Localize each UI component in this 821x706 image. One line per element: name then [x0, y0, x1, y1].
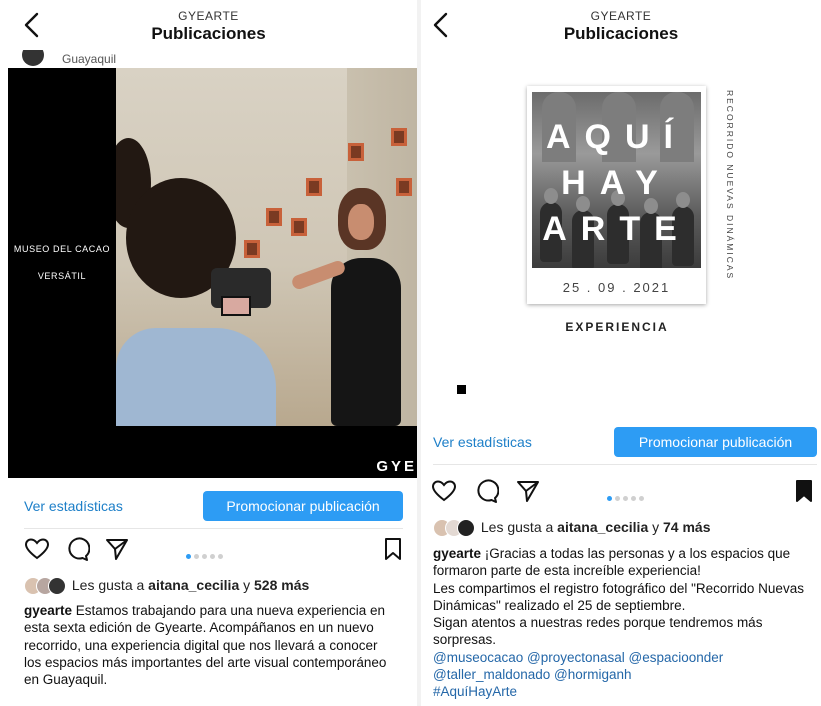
view-insights-link[interactable]: Ver estadísticas [433, 434, 532, 450]
account-name: GYEARTE [178, 9, 239, 23]
share-send-icon[interactable] [515, 478, 541, 504]
image-text-versatil: VERSÁTIL [37, 271, 87, 281]
likes-count[interactable]: 74 más [663, 519, 710, 535]
carousel-dot [631, 496, 636, 501]
heart-icon[interactable] [24, 536, 50, 562]
post-image[interactable]: AQUÍ HAY ARTE 25 . 09 . 2021 RECORRIDO N… [421, 68, 821, 398]
liker-username[interactable]: aitana_cecilia [148, 577, 239, 593]
polaroid-card: AQUÍ HAY ARTE 25 . 09 . 2021 [527, 86, 706, 304]
page-title: Publicaciones [151, 24, 266, 43]
liker-avatars [24, 577, 68, 596]
view-insights-link[interactable]: Ver estadísticas [24, 498, 123, 514]
divider [433, 464, 817, 465]
headline-line-1: AQUÍ [546, 118, 687, 156]
caption-hashtag[interactable]: #AquíHayArte [433, 683, 818, 700]
liker-username[interactable]: aitana_cecilia [557, 519, 648, 535]
promote-button[interactable]: Promocionar publicación [614, 427, 817, 457]
caption-username[interactable]: gyearte [24, 603, 72, 618]
carousel-indicator [186, 546, 226, 559]
likes-prefix: Les gusta a [71, 577, 149, 593]
image-text-museo: MUSEO DEL CACAO [13, 244, 111, 254]
bookmark-filled-icon[interactable] [791, 478, 817, 504]
likes-count[interactable]: 528 más [254, 577, 309, 593]
caption-text: Estamos trabajando para una nueva experi… [24, 603, 387, 688]
image-watermark: GYE [376, 458, 417, 475]
comment-icon[interactable] [64, 536, 90, 562]
crowd-photo: AQUÍ HAY ARTE [532, 92, 701, 268]
experience-label: EXPERIENCIA [565, 320, 669, 334]
event-date: 25 . 09 . 2021 [562, 280, 671, 295]
action-bar [0, 534, 417, 564]
likes-conjunction: y [239, 577, 255, 593]
carousel-dot [639, 496, 644, 501]
carousel-dot [202, 554, 207, 559]
action-bar [421, 476, 821, 506]
carousel-dot [186, 554, 191, 559]
bookmark-icon[interactable] [380, 536, 406, 562]
comment-icon[interactable] [473, 478, 499, 504]
right-post-screen: GYEARTE Publicaciones AQUÍ HAY ARTE 25 .… [421, 0, 821, 706]
headline-line-3: ARTE [542, 210, 691, 248]
carousel-dot [210, 554, 215, 559]
likes-conjunction: y [648, 519, 664, 535]
post-image[interactable]: MUSEO DEL CACAO VERSÁTIL GYE [8, 68, 417, 478]
vertical-caption: RECORRIDO NUEVAS DINÁMICAS [725, 90, 735, 281]
account-name: GYEARTE [590, 9, 652, 23]
top-bar: GYEARTE Publicaciones [421, 0, 821, 50]
carousel-dot [194, 554, 199, 559]
location-label[interactable]: Guayaquil [62, 52, 116, 66]
carousel-dot [218, 554, 223, 559]
heart-icon[interactable] [431, 478, 457, 504]
caption-text-3: Sigan atentos a nuestras redes porque te… [433, 615, 763, 648]
promote-button[interactable]: Promocionar publicación [203, 491, 403, 521]
caption-text-1: ¡Gracias a todas las personas y a los es… [433, 546, 791, 579]
carousel-indicator [607, 488, 647, 501]
gallery-photo [116, 68, 417, 426]
divider [24, 528, 403, 529]
insights-row: Ver estadísticas Promocionar publicación [0, 484, 417, 530]
left-post-screen: GYEARTE Publicaciones Guayaquil MUSEO DE… [0, 0, 417, 706]
carousel-dot [623, 496, 628, 501]
carousel-dot [615, 496, 620, 501]
headline-line-2: HAY [561, 164, 672, 202]
carousel-dot [607, 496, 612, 501]
post-caption: gyearte Estamos trabajando para una nuev… [24, 602, 394, 688]
square-mark [457, 385, 466, 394]
caption-username[interactable]: gyearte [433, 546, 481, 561]
insights-row: Ver estadísticas Promocionar publicación [421, 420, 821, 466]
post-caption: gyearte ¡Gracias a todas las personas y … [433, 545, 818, 701]
likes-summary[interactable]: Les gusta a aitana_cecilia y 528 más [24, 577, 309, 597]
share-send-icon[interactable] [104, 536, 130, 562]
liker-avatars [433, 519, 477, 538]
caption-mentions[interactable]: @museocacao @proyectonasal @espacioonder… [433, 649, 818, 684]
top-bar: GYEARTE Publicaciones [0, 0, 417, 50]
page-title: Publicaciones [563, 24, 679, 43]
caption-text-2: Les compartimos el registro fotográfico … [433, 580, 804, 613]
likes-prefix: Les gusta a [480, 519, 558, 535]
likes-summary[interactable]: Les gusta a aitana_cecilia y 74 más [433, 519, 711, 539]
